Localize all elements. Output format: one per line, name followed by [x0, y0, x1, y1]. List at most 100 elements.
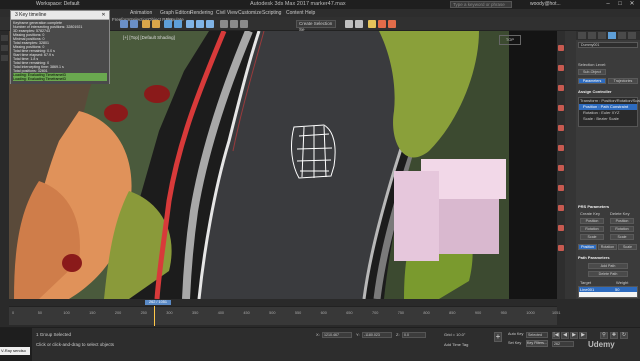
move-icon[interactable] [186, 20, 194, 28]
delete-path-button[interactable]: Delete Path [588, 271, 628, 277]
create-rotation-key-button[interactable]: Rotation [580, 226, 604, 232]
path-target-list[interactable]: Line001 50 [578, 286, 638, 298]
selection-set-dropdown[interactable]: Create Selection Se [296, 20, 336, 32]
y-coordinate-field[interactable]: -1180.023 [362, 332, 392, 338]
script-output[interactable]: Keyframe generation complete Number of i… [11, 20, 109, 84]
create-position-key-button[interactable]: Position [580, 218, 604, 224]
user-account[interactable]: woody@hot... [530, 1, 561, 7]
menu-civil-view[interactable]: Civil View [216, 10, 238, 16]
script-listener-window[interactable]: 3 Key timeline ✕ Keyframe generation com… [10, 10, 110, 84]
path-parameters-header[interactable]: Path Parameters [578, 255, 638, 261]
modify-icon[interactable] [558, 65, 564, 71]
zoom-icon[interactable]: ⚲ [600, 332, 608, 339]
select-icon[interactable] [164, 20, 172, 28]
delete-position-key-button[interactable]: Position [610, 218, 634, 224]
maxscript-mini-listener[interactable]: V-Ray sendso [0, 328, 32, 361]
selected-dropdown[interactable]: Selected [526, 332, 548, 338]
rotate-icon[interactable] [196, 20, 204, 28]
tool-icon[interactable] [1, 35, 8, 41]
select-by-name-icon[interactable] [174, 20, 182, 28]
key-filters-button[interactable]: Key Filters... [526, 340, 548, 347]
maxscript-tag[interactable]: V-Ray sendso [0, 347, 30, 355]
utilities-icon[interactable] [558, 145, 564, 151]
assign-controller-header[interactable]: Assign Controller [578, 89, 638, 95]
angle-snap-icon[interactable] [230, 20, 238, 28]
create-icon[interactable] [558, 45, 564, 51]
create-scale-key-button[interactable]: Scale [580, 234, 604, 240]
scale-icon[interactable] [206, 20, 214, 28]
menu-graph-editors[interactable]: Graph Editors [160, 10, 191, 16]
current-frame-marker[interactable] [154, 306, 155, 326]
z-coordinate-field[interactable]: 0.0 [402, 332, 426, 338]
redo-icon[interactable] [130, 20, 138, 28]
rotation-tab-button[interactable]: Rotation [598, 244, 617, 250]
light-icon[interactable] [558, 165, 564, 171]
unlink-icon[interactable] [152, 20, 160, 28]
tool-icon[interactable] [1, 55, 8, 61]
undo-icon[interactable] [120, 20, 128, 28]
script-window-header[interactable]: 3 Key timeline ✕ [11, 11, 109, 20]
pan-icon[interactable]: ✚ [610, 332, 618, 339]
snap-icon[interactable] [220, 20, 228, 28]
prs-parameters-header[interactable]: PRS Parameters [578, 204, 638, 210]
menu-rendering[interactable]: Rendering [190, 10, 213, 16]
workspace-dropdown[interactable]: Workspace: Default [36, 1, 80, 7]
spacewarp-icon[interactable] [558, 225, 564, 231]
tab-utilities[interactable] [628, 32, 636, 39]
controller-list[interactable]: Transform : Position/Rotation/Scale Posi… [578, 97, 640, 127]
delete-rotation-key-button[interactable]: Rotation [610, 226, 634, 232]
minimize-button[interactable]: – [602, 0, 614, 9]
menu-scripting[interactable]: Scripting [262, 10, 281, 16]
link-icon[interactable] [142, 20, 150, 28]
position-tab-button[interactable]: Position [578, 244, 597, 250]
search-input[interactable]: Type a keyword or phrase [450, 1, 512, 8]
render-icon[interactable] [388, 20, 396, 28]
tab-display[interactable] [618, 32, 626, 39]
next-frame-icon[interactable]: ▶ [579, 332, 587, 339]
current-frame-field[interactable]: 262 [552, 341, 574, 347]
render-setup-icon[interactable] [378, 20, 386, 28]
go-to-start-icon[interactable]: |◀ [552, 332, 560, 339]
align-icon[interactable] [355, 20, 363, 28]
tool-icon[interactable] [1, 45, 8, 51]
parameters-button[interactable]: Parameters [578, 78, 606, 84]
tab-motion[interactable] [608, 32, 616, 39]
viewcube[interactable]: TOP [499, 35, 521, 45]
material-editor-icon[interactable] [368, 20, 376, 28]
trajectories-button[interactable]: Trajectories [608, 78, 638, 84]
maximize-button[interactable]: □ [614, 0, 626, 9]
sub-object-button[interactable]: Sub-Object [578, 69, 606, 75]
viewport-label[interactable]: [+] [Top] [Default Shading] [123, 35, 175, 40]
controller-item[interactable]: Scale : Bezier Scale [579, 116, 637, 122]
add-time-tag[interactable]: Add Time Tag [444, 342, 468, 347]
add-path-button[interactable]: Add Path [588, 263, 628, 269]
system-icon[interactable] [558, 245, 564, 251]
close-icon[interactable]: ✕ [100, 11, 107, 18]
tab-modify[interactable] [588, 32, 596, 39]
x-coordinate-field[interactable]: 1210.467 [322, 332, 352, 338]
hierarchy-icon[interactable] [558, 85, 564, 91]
add-time-tag-icon[interactable]: + [494, 332, 502, 342]
tab-create[interactable] [578, 32, 586, 39]
time-slider[interactable]: 262 / 1051 [145, 300, 171, 305]
mirror-icon[interactable] [345, 20, 353, 28]
motion-icon[interactable] [558, 105, 564, 111]
previous-frame-icon[interactable]: ◀ [561, 332, 569, 339]
timeline-track[interactable] [9, 306, 557, 325]
helper-icon[interactable] [558, 205, 564, 211]
menu-help[interactable]: Help [305, 10, 315, 16]
tab-hierarchy[interactable] [598, 32, 606, 39]
scale-tab-button[interactable]: Scale [618, 244, 637, 250]
display-icon[interactable] [558, 125, 564, 131]
delete-scale-key-button[interactable]: Scale [610, 234, 634, 240]
menu-animation[interactable]: Animation [130, 10, 152, 16]
percent-snap-icon[interactable] [240, 20, 248, 28]
close-button[interactable]: ✕ [626, 0, 638, 9]
camera-icon[interactable] [558, 185, 564, 191]
menu-customize[interactable]: Customize [238, 10, 262, 16]
orbit-icon[interactable]: ↻ [620, 332, 628, 339]
object-name-field[interactable]: Dummy001 [578, 42, 638, 48]
play-icon[interactable]: ▶ [570, 332, 578, 339]
menu-content[interactable]: Content [286, 10, 304, 16]
path-target-item[interactable]: Line001 50 [579, 287, 637, 292]
